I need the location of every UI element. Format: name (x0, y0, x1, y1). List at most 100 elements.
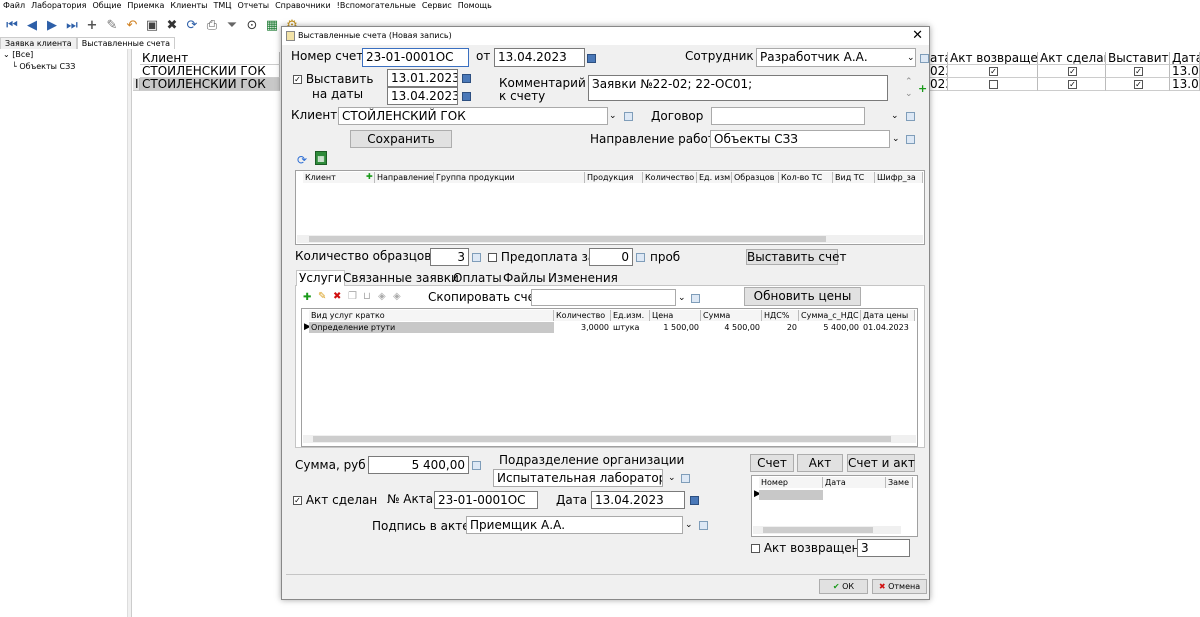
stepper-icon[interactable] (636, 253, 645, 262)
add-icon[interactable]: + (83, 16, 101, 34)
issue-invoice-button[interactable]: Выставить счет (746, 249, 846, 265)
move-up-icon[interactable]: ◈ (378, 291, 386, 302)
table-row[interactable] (759, 490, 823, 500)
chevron-down-icon[interactable]: ⌄ (668, 473, 676, 483)
column-header[interactable]: Группа продукции (434, 172, 585, 183)
column-header[interactable]: Номер (759, 477, 823, 488)
column-header-issue[interactable]: Выставить (1106, 52, 1170, 65)
column-header[interactable]: Вид услуг кратко (309, 310, 554, 321)
calendar-icon[interactable] (462, 92, 471, 101)
menu-reports[interactable]: Отчеты (234, 0, 272, 13)
tab-changes[interactable]: Изменения (546, 271, 620, 286)
lookup-icon[interactable] (920, 54, 929, 63)
issue-checkbox[interactable]: ✓ (293, 75, 302, 84)
employee-select[interactable]: Разработчик А.А. (756, 48, 916, 67)
edit-icon[interactable]: ✎ (318, 291, 326, 302)
invoice-button[interactable]: Счет (750, 454, 794, 472)
act-no-field[interactable]: 23-01-0001ОС (434, 491, 538, 509)
column-header[interactable]: Сумма (701, 310, 762, 321)
column-header-date[interactable]: Дата (1170, 52, 1200, 65)
menu-file[interactable]: Файл (0, 0, 28, 13)
table-row-client[interactable]: СТОЙЛЕНСКИЙ ГОК (140, 78, 280, 91)
column-header[interactable]: Дата (823, 477, 886, 488)
act-returned-checkbox[interactable] (989, 80, 998, 89)
delete-icon[interactable]: ✖ (163, 16, 181, 34)
update-prices-button[interactable]: Обновить цены (744, 287, 861, 306)
filter-icon[interactable]: ⏷ (223, 16, 241, 34)
client-select[interactable]: СТОЙЛЕНСКИЙ ГОК (338, 107, 608, 125)
print-icon[interactable]: ⎙ (203, 16, 221, 34)
binoculars-icon[interactable]: ⊙ (243, 16, 261, 34)
column-header[interactable]: Образцов (732, 172, 779, 183)
division-select[interactable]: Испытательная лаборатория (493, 469, 663, 487)
act-returned-field[interactable]: 3 (857, 539, 910, 557)
contract-select[interactable] (711, 107, 865, 125)
chevron-down-icon[interactable]: ⌄ (891, 111, 899, 121)
ok-button[interactable]: ✔ ОК (819, 579, 868, 594)
undo-icon[interactable]: ↶ (123, 16, 141, 34)
service-qty-cell[interactable]: 3,0000 (554, 322, 611, 333)
cancel-button[interactable]: ✖ Отмена (872, 579, 927, 594)
column-header[interactable]: Кол-во ТС (779, 172, 833, 183)
menu-auxiliary[interactable]: !Вспомогательные (334, 0, 419, 13)
sum-field[interactable]: 5 400,00 (368, 456, 469, 474)
tab-client-order[interactable]: Заявка клиента (0, 37, 77, 49)
add-icon[interactable]: ✚ (366, 172, 373, 181)
service-price-cell[interactable]: 1 500,00 (650, 322, 701, 333)
comment-field[interactable]: Заявки №22-02; 22-ОС01; (588, 75, 888, 101)
menu-tmc[interactable]: ТМЦ (210, 0, 234, 13)
act-button[interactable]: Акт (797, 454, 843, 472)
column-header[interactable]: Заме (886, 477, 913, 488)
lookup-icon[interactable] (691, 294, 700, 303)
tab-files[interactable]: Файлы (501, 271, 548, 286)
column-header-date1[interactable]: ата1 (928, 52, 948, 65)
invoice-date-field[interactable]: 13.04.2023 (494, 48, 585, 67)
column-header[interactable]: Направление (375, 172, 434, 183)
service-sum-vat-cell[interactable]: 5 400,00 (799, 322, 861, 333)
close-icon[interactable]: ✕ (912, 28, 923, 43)
excel-icon[interactable]: ▦ (263, 16, 281, 34)
tab-issued-invoices[interactable]: Выставленные счета (76, 37, 176, 49)
lookup-icon[interactable] (906, 112, 915, 121)
prev-record-icon[interactable]: ◀ (23, 16, 41, 34)
menu-help[interactable]: Помощь (455, 0, 495, 13)
column-header[interactable]: Ед.изм. (611, 310, 650, 321)
tab-linked-orders[interactable]: Связанные заявки (341, 271, 461, 286)
lookup-icon[interactable] (699, 521, 708, 530)
tab-services[interactable]: Услуги (296, 270, 345, 287)
stepper-icon[interactable] (472, 461, 481, 470)
menu-references[interactable]: Справочники (272, 0, 334, 13)
tab-payments[interactable]: Оплаты (451, 271, 504, 286)
column-header[interactable]: Количество (643, 172, 697, 183)
calendar-icon[interactable] (587, 54, 596, 63)
table-row-client[interactable]: СТОЙЛЕНСКИЙ ГОК (140, 65, 280, 78)
column-header[interactable]: Клиент (303, 172, 375, 183)
act-done-checkbox[interactable]: ✓ (293, 496, 302, 505)
add-icon[interactable]: + (918, 83, 927, 94)
scroll-up-icon[interactable]: ⌃ (905, 77, 913, 87)
calendar-icon[interactable] (690, 496, 699, 505)
issue-checkbox[interactable]: ✓ (1134, 80, 1143, 89)
lookup-icon[interactable] (681, 474, 690, 483)
save-button[interactable]: Сохранить (350, 130, 452, 148)
add-icon[interactable]: ✚ (303, 292, 311, 303)
chevron-down-icon[interactable]: ⌄ (678, 293, 686, 303)
act-date-field[interactable]: 13.04.2023 (591, 491, 685, 509)
column-header[interactable]: Цена (650, 310, 701, 321)
chevron-down-icon[interactable]: ⌄ (685, 520, 693, 530)
column-header[interactable]: Количество (554, 310, 611, 321)
column-header-client[interactable]: Клиент (140, 52, 280, 65)
splitter[interactable] (128, 49, 132, 617)
chevron-down-icon[interactable]: ⌄ (892, 134, 900, 144)
act-returned-checkbox[interactable] (751, 544, 760, 553)
menu-clients[interactable]: Клиенты (167, 0, 210, 13)
menu-general[interactable]: Общие (89, 0, 124, 13)
copy-icon[interactable]: ❐ (348, 291, 357, 302)
next-record-icon[interactable]: ▶ (43, 16, 61, 34)
act-returned-checkbox[interactable]: ✓ (989, 67, 998, 76)
refresh-icon[interactable]: ⟳ (297, 153, 307, 167)
tree-item[interactable]: └ Объекты СЗЗ (0, 61, 127, 73)
calendar-icon[interactable] (462, 74, 471, 83)
tree-root[interactable]: ⌄ [Все] (0, 49, 127, 61)
collapse-icon[interactable]: ⌄ (3, 50, 12, 59)
